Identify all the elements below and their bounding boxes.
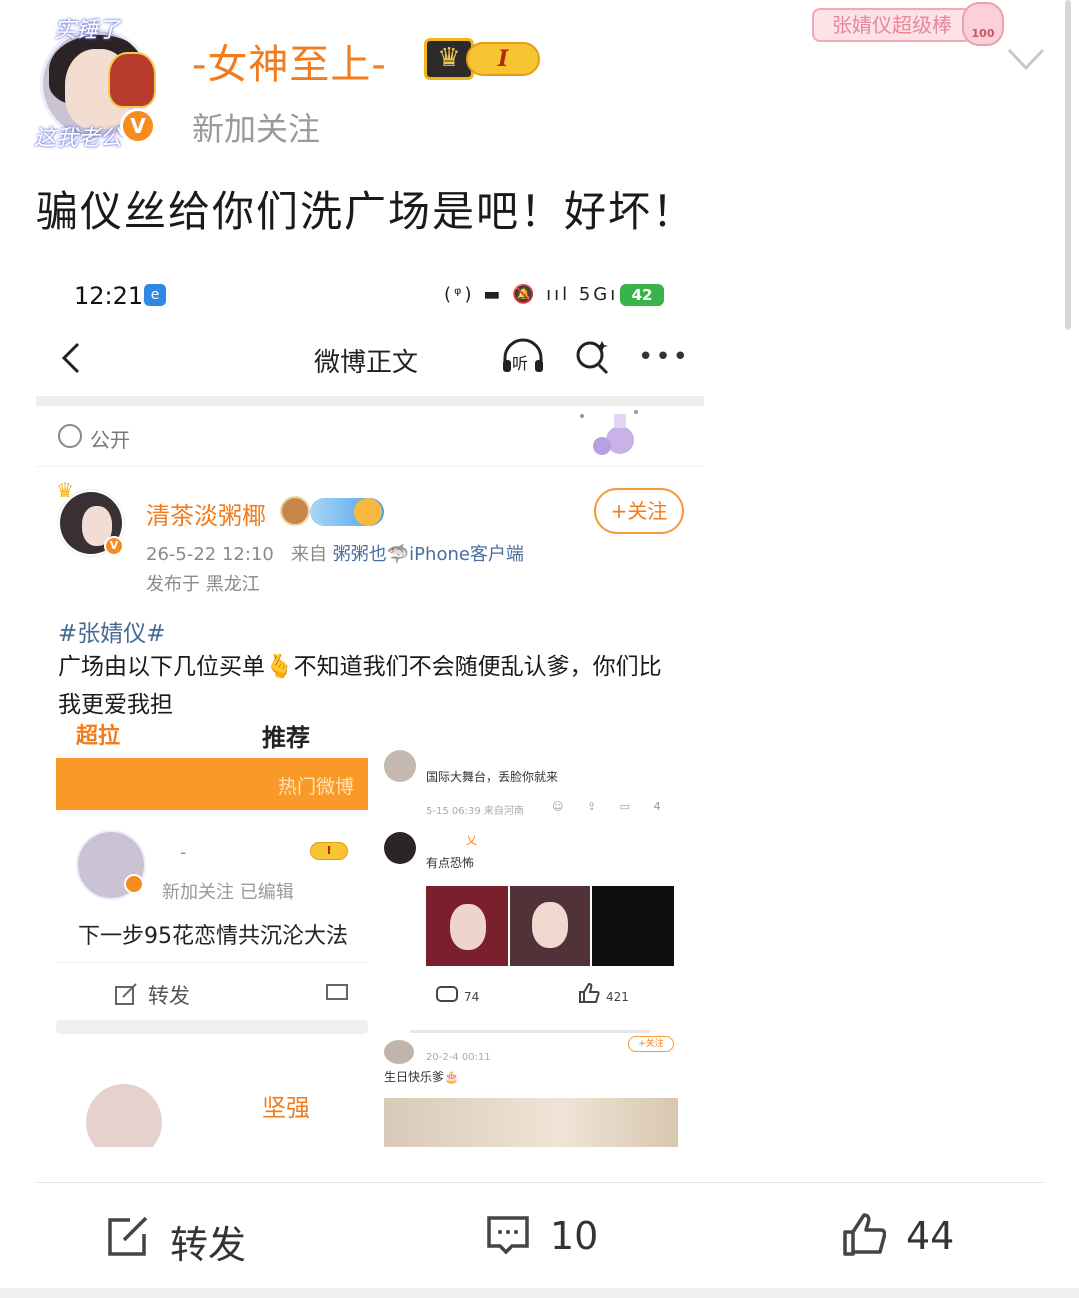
comment-icon [326, 984, 348, 1000]
comment-button[interactable]: 10 [550, 1214, 598, 1258]
status-icons: (ᵠ) ▬ 🔕 ııl 5Gııl [444, 284, 635, 305]
author-name: 坚强 [262, 1094, 310, 1122]
search-icon [576, 341, 609, 375]
level-pill: I [310, 842, 348, 860]
post-text: 下一步95花恋情共沉沦大法 [78, 924, 348, 949]
app-notification-icon: e [144, 284, 166, 306]
avatar [384, 832, 416, 864]
comment-icon [487, 1216, 529, 1255]
post-text: 骗仪丝给你们洗广场是吧！好坏！ [36, 187, 697, 236]
super-tag-label: 张婧仪超级棒 [812, 8, 972, 42]
pig-icon: 100 [962, 2, 1004, 46]
nav-title: 微博正文 [314, 348, 419, 378]
photo-thumbnail [592, 886, 674, 966]
post-location: 发布于 黑龙江 [146, 574, 260, 595]
comment-icon [436, 986, 458, 1002]
avatar [384, 1040, 414, 1064]
follow-button: +关注 [628, 1036, 674, 1052]
chevron-down-icon[interactable] [1006, 44, 1046, 74]
more-icon: ••• [638, 342, 691, 372]
repost-button[interactable]: 转发 [170, 1214, 246, 1269]
repost-icon [108, 1216, 148, 1256]
verified-badge-icon [124, 874, 144, 894]
avatar-frame-text-top: 实锤了 [54, 18, 121, 43]
divider [56, 1020, 368, 1034]
globe-icon [58, 424, 82, 448]
cropped-label: 推荐 [262, 724, 310, 752]
hashtag-link: #张婧仪# [58, 621, 166, 647]
avatar [86, 1084, 162, 1147]
collage-right-card: 国际大舞台，丢脸你就来 5-15 06:39 来自河南 ☺ ⇪ ▭ 4 乂 有点… [382, 718, 682, 1147]
cropped-label: 超拉 [76, 724, 121, 749]
post-meta: 26-5-22 12:10 来自 粥粥也🦈iPhone客户端 [146, 540, 524, 566]
status-time: 12:21 [74, 282, 144, 310]
avatar-frame-text-bottom: 这我老公 [34, 126, 123, 151]
fan-level-badge[interactable]: ♛ I [424, 38, 540, 80]
comment-text: 有点恐怖 [426, 856, 475, 870]
image-collage: 超拉 推荐 热门微博 - I 新加关注 已编辑 下一步95花恋情共沉沦大法 转发… [36, 718, 704, 1147]
comment-text: 国际大舞台，丢脸你就来 [426, 770, 559, 784]
thumbs-up-icon [579, 982, 600, 1003]
comment-meta: 20-2-4 00:11 [426, 1052, 491, 1063]
author-name[interactable]: -女神至上- [192, 32, 387, 90]
comment-count: 74 [464, 990, 480, 1004]
hot-banner-text: 热门微博 [278, 776, 355, 798]
potion-sticker-icon [580, 410, 638, 455]
photo-face [532, 902, 568, 948]
mascot-sticker [108, 52, 156, 108]
back-arrow-icon [61, 342, 80, 374]
follow-status: 新加关注 已编辑 [162, 882, 294, 903]
repost-icon [115, 983, 137, 1005]
avatar [384, 750, 416, 782]
embedded-screenshot[interactable]: 12:21 e (ᵠ) ▬ 🔕 ııl 5Gııl 42 微博正文 听 ••• … [36, 262, 704, 1147]
verified-badge-icon: V [120, 108, 156, 144]
divider [36, 1182, 1044, 1183]
post-time: 26-5-22 12:10 [146, 544, 274, 565]
collage-left-card: 超拉 推荐 热门微博 - I 新加关注 已编辑 下一步95花恋情共沉沦大法 转发… [56, 718, 368, 1147]
visibility-label: 公开 [90, 428, 130, 452]
super-topic-tag[interactable]: 张婧仪超级棒 100 [812, 2, 1004, 50]
inner-post-text: 广场由以下几位买单🫰不知道我们不会随便乱认爹，你们比我更爱我担 [58, 654, 662, 718]
comment-meta: 5-15 06:39 来自河南 [426, 806, 524, 817]
verified-badge-icon: V [104, 536, 124, 556]
from-prefix: 来自 [291, 544, 328, 565]
divider [410, 1030, 650, 1033]
listen-label: 听 [512, 354, 529, 373]
photo-thumbnail [384, 1098, 678, 1147]
author-avatar[interactable]: 实锤了 这我老公 V [34, 12, 160, 152]
author-name: - [180, 842, 187, 863]
comment-text: 生日快乐爹🎂 [384, 1070, 459, 1084]
divider [36, 466, 704, 467]
comment-actions: ☺ ⇪ ▭ 4 [552, 800, 671, 813]
repost-label: 转发 [148, 984, 190, 1008]
follow-status: 新加关注 [192, 110, 321, 148]
photo-face [450, 904, 486, 950]
follow-button: +关注 [594, 488, 684, 534]
inner-author-name: 清茶淡粥椰 [146, 502, 266, 530]
post-source: 粥粥也🦈iPhone客户端 [332, 544, 524, 565]
page-bottom-strip [0, 1288, 1079, 1298]
divider [56, 962, 368, 963]
cake-badge-icon [280, 496, 310, 526]
like-count: 421 [606, 990, 629, 1004]
divider [36, 396, 704, 406]
fish-badge-icon [354, 498, 382, 526]
battery-icon: 42 [620, 284, 664, 306]
thumbs-up-icon [843, 1213, 886, 1256]
scrollbar[interactable] [1065, 0, 1071, 330]
author-name: 乂 [466, 834, 477, 847]
like-button[interactable]: 44 [906, 1214, 954, 1258]
level-pill: I [466, 42, 540, 76]
